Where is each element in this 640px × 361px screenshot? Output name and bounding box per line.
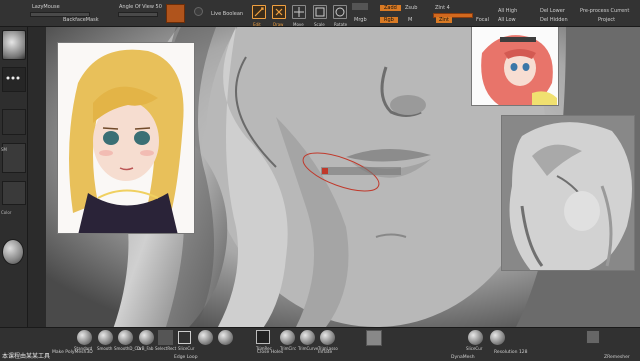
blonde-character-image bbox=[58, 43, 194, 233]
mrgb-bg bbox=[352, 3, 368, 10]
all-low-button[interactable]: All Low bbox=[498, 17, 516, 23]
zsub-toggle[interactable]: Zsub bbox=[405, 5, 417, 11]
watermark-text: 本课程由某某工具 bbox=[2, 353, 51, 360]
active-material-swatch[interactable] bbox=[166, 4, 185, 23]
resolution-slider[interactable]: Resolution 128 bbox=[494, 350, 528, 355]
trim-rect-icon[interactable] bbox=[256, 330, 270, 344]
smooth-brush-icon[interactable] bbox=[98, 330, 113, 345]
z-intensity-label[interactable]: ZInt 4 bbox=[435, 5, 450, 11]
rgb-toggle[interactable]: Rgb bbox=[380, 17, 398, 23]
draw-button[interactable]: Draw bbox=[272, 5, 286, 27]
make-polymesh-button[interactable]: Make PolyMesh3D bbox=[52, 350, 93, 355]
reference-figurine[interactable] bbox=[471, 27, 559, 106]
brush-label-smooth: Smooth bbox=[97, 346, 113, 351]
reference-illustration[interactable] bbox=[57, 42, 195, 234]
edit-button[interactable]: Edit bbox=[252, 5, 266, 27]
trim-circ-icon[interactable] bbox=[218, 330, 233, 345]
backface-mask-toggle[interactable]: BackfaceMask bbox=[63, 17, 99, 23]
brush-thumbnail[interactable] bbox=[2, 30, 26, 60]
pre-process-button[interactable]: Pre-process Current bbox=[580, 8, 629, 14]
angle-of-view-slider[interactable] bbox=[118, 12, 158, 17]
mrgb-label[interactable]: Mrgb bbox=[354, 17, 367, 23]
dynamesh-button[interactable]: DynaMesh bbox=[451, 355, 475, 360]
draw-icon bbox=[275, 8, 283, 16]
all-high-button[interactable]: All High bbox=[498, 8, 517, 14]
lazymouse-label[interactable]: LazyMouse bbox=[32, 4, 60, 10]
edge-loop-button[interactable]: Edge Loop bbox=[174, 355, 198, 360]
reference-sculpt[interactable] bbox=[501, 115, 635, 271]
trim-alt-icon[interactable] bbox=[490, 330, 505, 345]
grey-sculpt-image bbox=[502, 116, 634, 270]
slice-cur-icon[interactable] bbox=[178, 331, 191, 344]
project-button[interactable]: Project bbox=[598, 17, 615, 23]
tray-label-sm: SM bbox=[1, 147, 7, 152]
live-boolean-icon bbox=[194, 7, 203, 16]
trim-curve-icon[interactable] bbox=[300, 330, 315, 345]
edit-icon bbox=[254, 7, 264, 17]
alpha-thumbnail[interactable] bbox=[2, 109, 26, 135]
move-icon bbox=[294, 7, 304, 17]
live-boolean-button[interactable]: Live Boolean bbox=[211, 11, 243, 17]
brush-label-trimcurve: TrimCurve bbox=[298, 346, 319, 351]
brush-label-selectrect: SelectRect bbox=[155, 346, 177, 351]
close-holes-button[interactable]: Close Holes bbox=[257, 350, 283, 355]
left-tray: SM Color bbox=[0, 27, 47, 331]
dynamesh-preview[interactable] bbox=[366, 330, 382, 346]
slice-curve-icon[interactable] bbox=[468, 330, 483, 345]
standard-brush-icon[interactable] bbox=[77, 330, 92, 345]
select-rect-icon[interactable] bbox=[158, 330, 173, 345]
zint-toggle[interactable]: Zint bbox=[436, 17, 452, 23]
bottom-shelf: Standard Smooth SmoothD_Cla DrB_Fab Sele… bbox=[0, 327, 640, 361]
del-lower-button[interactable]: Del Lower bbox=[540, 8, 565, 14]
move-button[interactable]: Move bbox=[292, 5, 306, 27]
matcap-sphere[interactable] bbox=[2, 239, 24, 265]
zadd-toggle[interactable]: Zadd bbox=[380, 5, 401, 11]
redhead-figure-image bbox=[472, 27, 558, 105]
scale-button[interactable]: Scale bbox=[313, 5, 327, 27]
trim-lasso-icon[interactable] bbox=[320, 330, 335, 345]
zremesher-icon[interactable] bbox=[586, 330, 600, 344]
inflate-slider[interactable]: Inflate bbox=[318, 350, 332, 355]
viewport-canvas[interactable] bbox=[46, 27, 640, 327]
brush-label-slicecur: SliceCur bbox=[178, 346, 195, 351]
trim-rec-icon[interactable] bbox=[198, 330, 213, 345]
material-thumbnail[interactable] bbox=[2, 181, 26, 205]
stroke-thumbnail[interactable] bbox=[2, 67, 26, 92]
dots-stroke-icon bbox=[6, 76, 20, 80]
smoothd-brush-icon[interactable] bbox=[118, 330, 133, 345]
rotate-icon bbox=[335, 7, 345, 17]
brush-label-slicecur-2: SliceCur bbox=[466, 346, 483, 351]
rotate-button[interactable]: Rotate bbox=[333, 5, 347, 27]
zremesher-button[interactable]: ZRemesher bbox=[604, 355, 630, 360]
left-shelf bbox=[28, 27, 46, 327]
scale-icon bbox=[315, 7, 325, 17]
focal-label[interactable]: Focal bbox=[476, 17, 489, 23]
drb-brush-icon[interactable] bbox=[139, 330, 154, 345]
del-hidden-button[interactable]: Del Hidden bbox=[540, 17, 568, 23]
angle-of-view-label[interactable]: Angle Of View 50 bbox=[119, 4, 162, 10]
m-toggle[interactable]: M bbox=[408, 17, 412, 23]
tray-label-color: Color bbox=[1, 210, 12, 215]
trim-circle-icon[interactable] bbox=[280, 330, 295, 345]
top-toolbar: LazyMouse Angle Of View 50 BackfaceMask … bbox=[0, 0, 640, 27]
brush-label-drb: DrB_Fab bbox=[137, 346, 154, 351]
